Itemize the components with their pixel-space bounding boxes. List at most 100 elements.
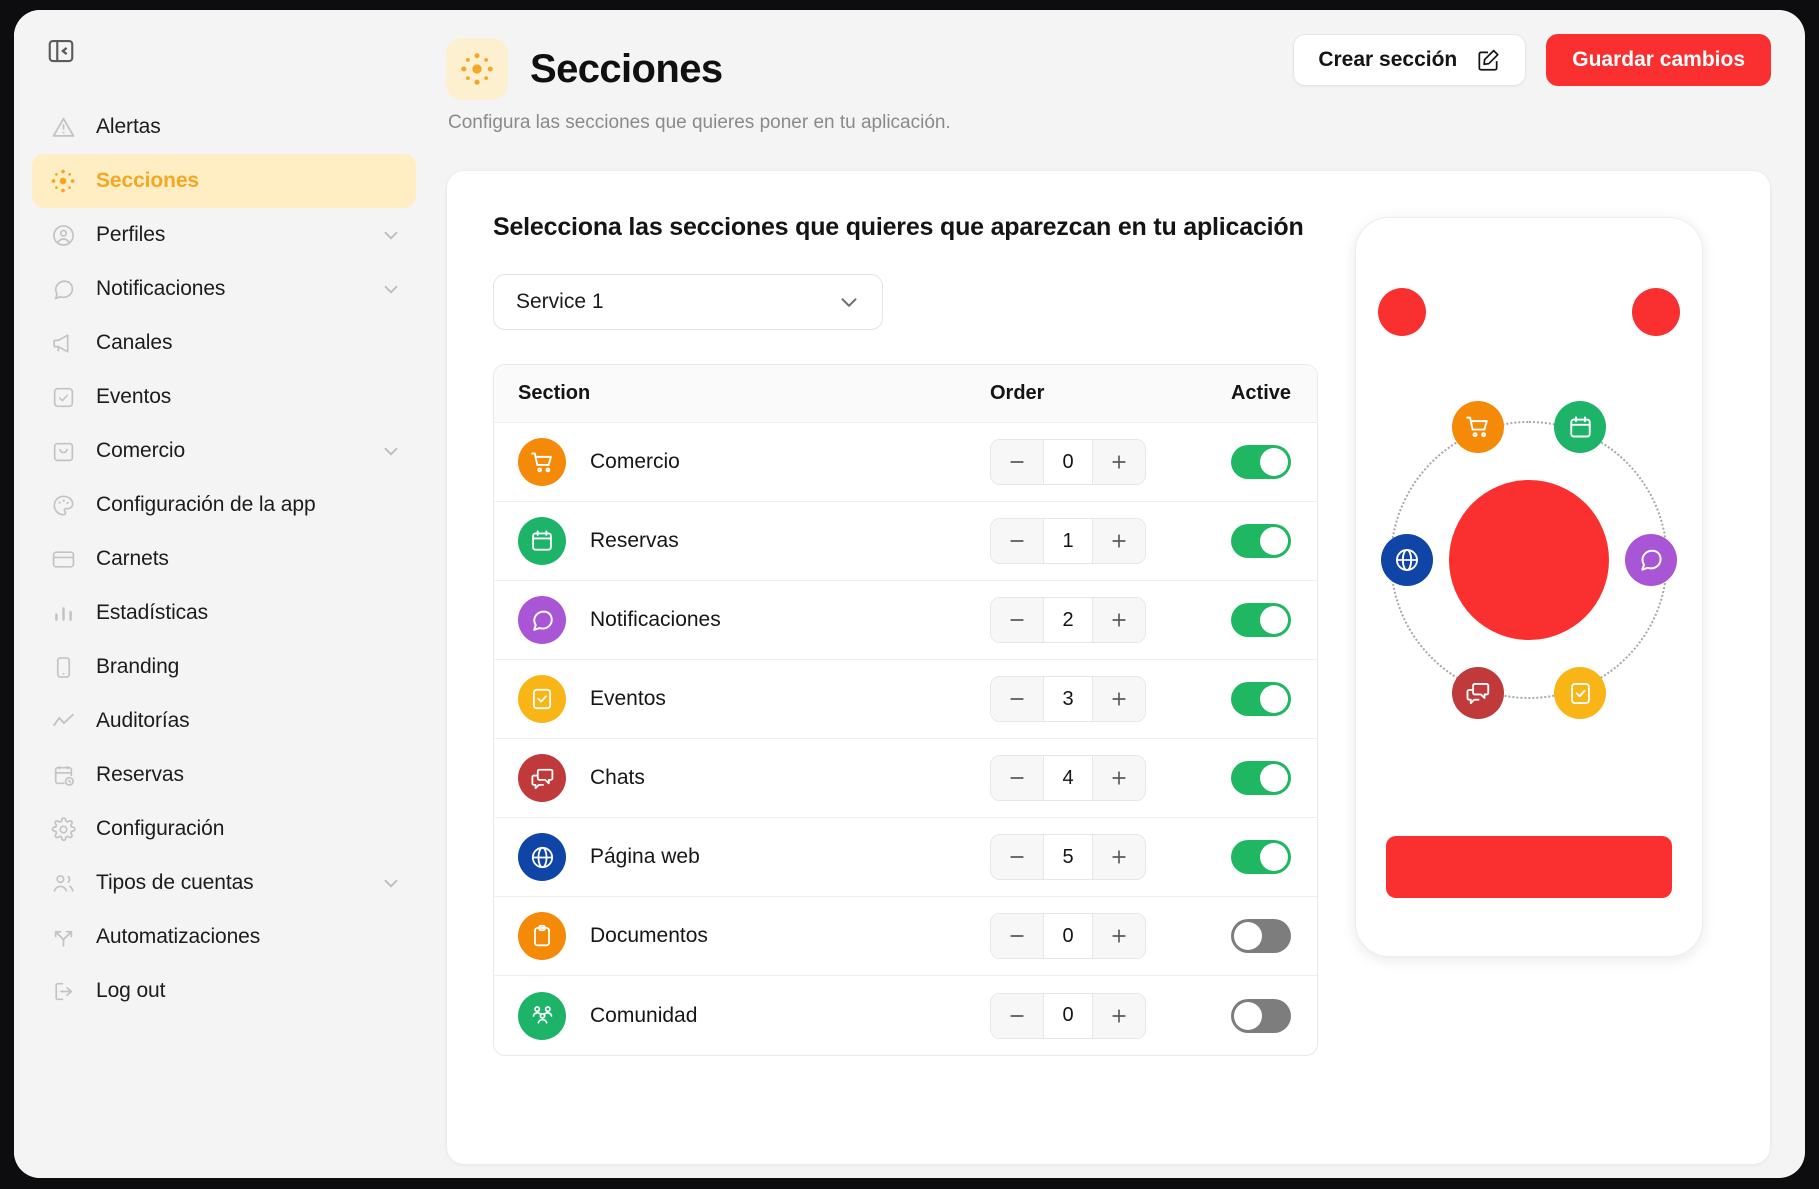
active-toggle[interactable] xyxy=(1231,524,1291,558)
sidebar-item-eventos[interactable]: Eventos xyxy=(32,370,416,424)
order-decrement-button[interactable] xyxy=(991,835,1043,879)
section-cell: Página web xyxy=(518,833,990,881)
order-value[interactable]: 1 xyxy=(1043,519,1093,563)
cart-icon[interactable] xyxy=(1452,401,1504,453)
order-increment-button[interactable] xyxy=(1093,835,1145,879)
sidebar-item-carnets[interactable]: Carnets xyxy=(32,532,416,586)
toggle-knob xyxy=(1260,685,1288,713)
sidebar-item-branding[interactable]: Branding xyxy=(32,640,416,694)
calendar-icon[interactable] xyxy=(1554,401,1606,453)
header-actions: Crear sección Guardar cambios xyxy=(1293,34,1771,86)
active-toggle[interactable] xyxy=(1231,761,1291,795)
active-cell xyxy=(1205,761,1291,795)
sidebar-item-canales[interactable]: Canales xyxy=(32,316,416,370)
toggle-knob xyxy=(1260,843,1288,871)
clipboard-icon xyxy=(518,912,566,960)
order-increment-button[interactable] xyxy=(1093,756,1145,800)
order-value[interactable]: 0 xyxy=(1043,914,1093,958)
sidebar-item-alertas[interactable]: Alertas xyxy=(32,100,416,154)
chat-icon[interactable] xyxy=(1625,534,1677,586)
chats-icon[interactable] xyxy=(1452,667,1504,719)
app-preview-panel xyxy=(1334,213,1724,1122)
order-value[interactable]: 4 xyxy=(1043,756,1093,800)
sidebar-item-label: Branding xyxy=(96,655,180,678)
chevron-down-icon[interactable] xyxy=(380,440,402,462)
logout-icon xyxy=(50,978,76,1004)
active-toggle[interactable] xyxy=(1231,998,1291,1033)
sections-card: Selecciona las secciones que quieres que… xyxy=(446,170,1771,1165)
globe-icon xyxy=(518,833,566,881)
order-decrement-button[interactable] xyxy=(991,993,1043,1038)
order-increment-button[interactable] xyxy=(1093,993,1145,1038)
sidebar-nav: Alertas Secciones Perfiles Notificacione… xyxy=(14,100,434,1018)
sidebar-item-perfiles[interactable]: Perfiles xyxy=(32,208,416,262)
order-value[interactable]: 2 xyxy=(1043,598,1093,642)
active-toggle[interactable] xyxy=(1231,682,1291,716)
order-increment-button[interactable] xyxy=(1093,440,1145,484)
sidebar-item-configuracion[interactable]: Configuración xyxy=(32,802,416,856)
chevron-down-icon[interactable] xyxy=(380,224,402,246)
active-toggle[interactable] xyxy=(1231,603,1291,637)
order-value[interactable]: 5 xyxy=(1043,835,1093,879)
order-increment-button[interactable] xyxy=(1093,598,1145,642)
panel-collapse-icon xyxy=(46,36,76,66)
section-name: Eventos xyxy=(590,687,666,710)
order-value[interactable]: 0 xyxy=(1043,440,1093,484)
globe-icon[interactable] xyxy=(1381,534,1433,586)
order-increment-button[interactable] xyxy=(1093,914,1145,958)
order-value[interactable]: 0 xyxy=(1043,993,1093,1038)
sidebar-item-configuracion-de-la-app[interactable]: Configuración de la app xyxy=(32,478,416,532)
cart-icon xyxy=(518,438,566,486)
order-decrement-button[interactable] xyxy=(991,519,1043,563)
preview-dot-left xyxy=(1378,288,1426,336)
active-cell xyxy=(1205,445,1291,479)
calendar-clock-icon xyxy=(50,762,76,788)
sidebar-item-label: Comercio xyxy=(96,439,186,462)
user-circle-icon xyxy=(50,222,76,248)
table-row: Página web 5 xyxy=(494,818,1317,897)
active-toggle[interactable] xyxy=(1231,919,1291,953)
order-decrement-button[interactable] xyxy=(991,677,1043,721)
order-decrement-button[interactable] xyxy=(991,598,1043,642)
sidebar: Alertas Secciones Perfiles Notificacione… xyxy=(14,10,434,1178)
create-section-button[interactable]: Crear sección xyxy=(1293,34,1527,86)
chevron-down-icon[interactable] xyxy=(380,278,402,300)
sidebar-item-label: Perfiles xyxy=(96,223,166,246)
table-row: Notificaciones 2 xyxy=(494,581,1317,660)
table-row: Chats 4 xyxy=(494,739,1317,818)
chat-icon xyxy=(518,596,566,644)
order-decrement-button[interactable] xyxy=(991,756,1043,800)
active-toggle[interactable] xyxy=(1231,445,1291,479)
active-toggle[interactable] xyxy=(1231,840,1291,874)
order-increment-button[interactable] xyxy=(1093,677,1145,721)
check-box-icon[interactable] xyxy=(1554,667,1606,719)
sidebar-collapse-button[interactable] xyxy=(42,32,80,70)
sidebar-item-tipos-de-cuentas[interactable]: Tipos de cuentas xyxy=(32,856,416,910)
sidebar-item-notificaciones[interactable]: Notificaciones xyxy=(32,262,416,316)
sidebar-item-log-out[interactable]: Log out xyxy=(32,964,416,1018)
mobile-icon xyxy=(50,654,76,680)
order-decrement-button[interactable] xyxy=(991,914,1043,958)
order-value[interactable]: 3 xyxy=(1043,677,1093,721)
sidebar-item-automatizaciones[interactable]: Automatizaciones xyxy=(32,910,416,964)
order-increment-button[interactable] xyxy=(1093,519,1145,563)
column-header-section: Section xyxy=(518,382,591,404)
sections-icon xyxy=(459,51,495,87)
sections-config-panel: Selecciona las secciones que quieres que… xyxy=(493,213,1334,1122)
order-decrement-button[interactable] xyxy=(991,440,1043,484)
toggle-knob xyxy=(1260,448,1288,476)
service-select[interactable]: Service 1 xyxy=(493,274,883,330)
sidebar-item-comercio[interactable]: Comercio xyxy=(32,424,416,478)
sidebar-item-estadisticas[interactable]: Estadísticas xyxy=(32,586,416,640)
chevron-down-icon[interactable] xyxy=(380,872,402,894)
sidebar-item-label: Secciones xyxy=(96,169,199,192)
section-cell: Comunidad xyxy=(518,991,990,1040)
preview-bottom-bar xyxy=(1386,836,1672,898)
sidebar-item-auditorias[interactable]: Auditorías xyxy=(32,694,416,748)
sidebar-item-secciones[interactable]: Secciones xyxy=(32,154,416,208)
sidebar-item-reservas[interactable]: Reservas xyxy=(32,748,416,802)
save-changes-button[interactable]: Guardar cambios xyxy=(1546,34,1771,86)
section-name: Documentos xyxy=(590,924,708,947)
section-name: Comunidad xyxy=(590,1003,698,1027)
check-square-icon xyxy=(50,384,76,410)
